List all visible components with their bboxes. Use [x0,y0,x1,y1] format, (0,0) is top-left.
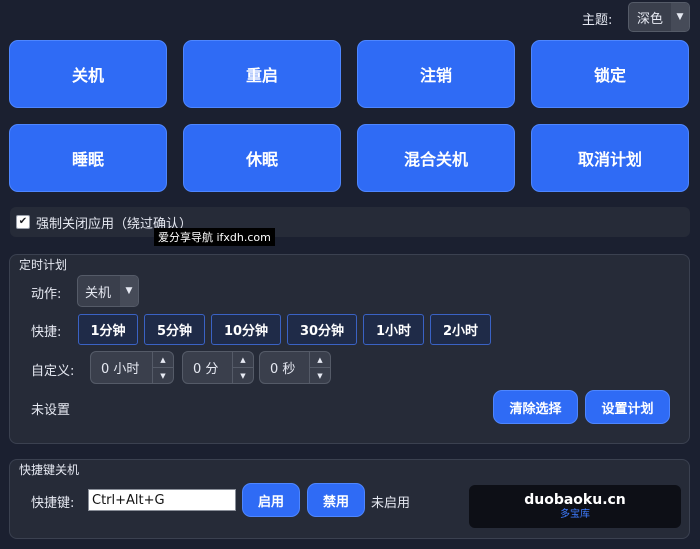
quick-30min-button[interactable]: 30分钟 [287,314,357,345]
hotkey-status: 未启用 [371,496,411,511]
sleep-button[interactable]: 睡眠 [9,124,167,192]
chevron-down-icon: ▼ [671,3,689,31]
enable-hotkey-button[interactable]: 启用 [242,483,300,517]
seconds-down-icon[interactable]: ▼ [310,368,330,383]
hybrid-shutdown-button[interactable]: 混合关机 [357,124,515,192]
quick-10min-button[interactable]: 10分钟 [211,314,281,345]
action-select-value: 关机 [85,285,112,301]
seconds-spinbox[interactable]: 0 秒 ▲ ▼ [259,351,331,384]
restart-button[interactable]: 重启 [183,40,341,108]
hours-up-icon[interactable]: ▲ [153,352,173,368]
theme-label: 主题: [582,13,613,28]
schedule-panel-title: 定时计划 [19,258,68,272]
hotkey-panel-title: 快捷键关机 [19,463,80,477]
schedule-status: 未设置 [31,403,71,418]
logoff-button[interactable]: 注销 [357,40,515,108]
hibernate-button[interactable]: 休眠 [183,124,341,192]
custom-label: 自定义: [31,364,75,379]
seconds-value: 0 秒 [270,362,296,377]
theme-select-value: 深色 [637,11,664,27]
hours-spinbox[interactable]: 0 小时 ▲ ▼ [90,351,174,384]
minutes-down-icon[interactable]: ▼ [233,368,253,383]
hours-down-icon[interactable]: ▼ [153,368,173,383]
hours-value: 0 小时 [101,362,140,377]
quick-2hour-button[interactable]: 2小时 [430,314,491,345]
shutdown-button[interactable]: 关机 [9,40,167,108]
hotkey-label: 快捷键: [31,496,75,511]
clear-selection-button[interactable]: 清除选择 [493,390,578,424]
quick-1hour-button[interactable]: 1小时 [363,314,424,345]
seconds-up-icon[interactable]: ▲ [310,352,330,368]
watermark-tooltip: 爱分享导航 ifxdh.com [154,228,275,246]
hotkey-input[interactable] [88,489,236,511]
brand-name: duobaoku.cn [524,492,626,508]
quick-5min-button[interactable]: 5分钟 [144,314,205,345]
minutes-up-icon[interactable]: ▲ [233,352,253,368]
force-close-checkbox[interactable]: ✔ [16,215,30,229]
lock-button[interactable]: 锁定 [531,40,689,108]
minutes-spinbox[interactable]: 0 分 ▲ ▼ [182,351,254,384]
action-select[interactable]: 关机 ▼ [77,275,139,307]
brand-watermark: duobaoku.cn 多宝库 [469,485,681,528]
cancel-schedule-button[interactable]: 取消计划 [531,124,689,192]
theme-select[interactable]: 深色 ▼ [628,2,690,32]
quick-label: 快捷: [31,325,62,340]
chevron-down-icon: ▼ [120,276,138,306]
minutes-value: 0 分 [193,362,219,377]
quick-1min-button[interactable]: 1分钟 [78,314,138,345]
action-label: 动作: [31,287,62,302]
force-close-row[interactable]: ✔ 强制关闭应用（绕过确认） [10,207,690,237]
brand-subtitle: 多宝库 [560,509,590,520]
set-schedule-button[interactable]: 设置计划 [585,390,670,424]
disable-hotkey-button[interactable]: 禁用 [307,483,365,517]
